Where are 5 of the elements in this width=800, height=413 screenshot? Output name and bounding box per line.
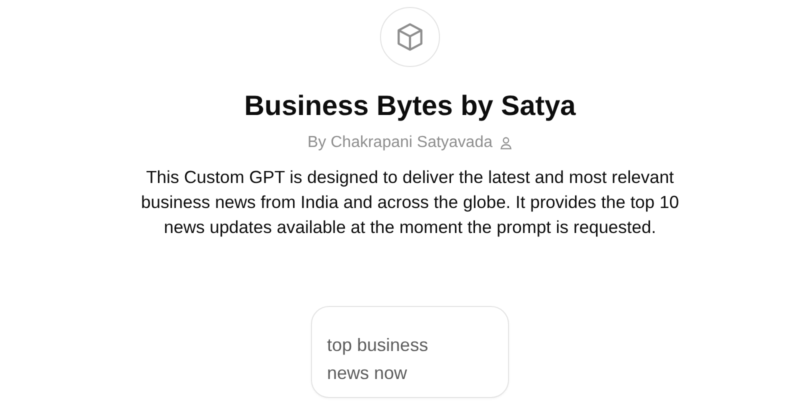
person-icon: [498, 136, 512, 150]
conversation-starter[interactable]: top business news now: [311, 306, 509, 398]
gpt-title: Business Bytes by Satya: [244, 89, 576, 123]
author-name: By Chakrapani Satyavada: [308, 133, 492, 153]
gpt-description: This Custom GPT is designed to deliver the latest and most relevant business news from India and across the globe. It provides the top 10 news updates available at the moment the prompt is requested.: [140, 166, 680, 239]
